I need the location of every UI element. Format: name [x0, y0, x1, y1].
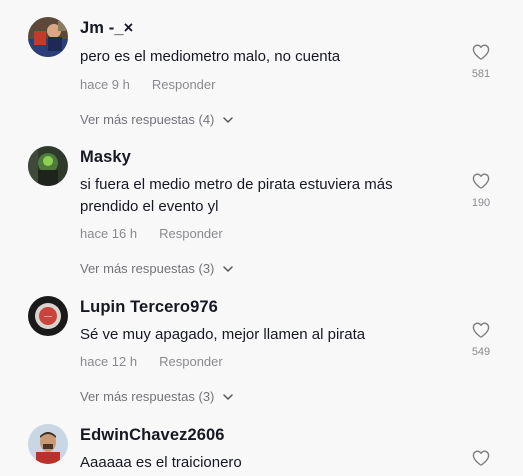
avatar[interactable] [28, 146, 68, 186]
view-more-replies-label: Ver más respuestas (4) [80, 112, 215, 127]
avatar[interactable] [28, 424, 68, 464]
comment-username[interactable]: Lupin Tercero976 [80, 298, 218, 317]
view-more-replies[interactable]: Ver más respuestas (3) [80, 389, 234, 404]
comment-username[interactable]: Jm -_× [80, 19, 133, 38]
view-more-replies-label: Ver más respuestas (3) [80, 261, 215, 276]
like-button[interactable]: 190 [461, 171, 501, 209]
comment-meta: hace 12 h Responder [80, 354, 223, 369]
comment-text: pero es el mediometro malo, no cuenta [80, 48, 341, 65]
reply-button[interactable]: Responder [159, 354, 223, 369]
avatar[interactable] [28, 17, 68, 57]
heart-outline-icon[interactable] [471, 448, 491, 468]
comment-username[interactable]: Masky [80, 148, 131, 167]
reply-button[interactable]: Responder [159, 226, 223, 241]
comment-time: hace 12 h [80, 354, 138, 369]
heart-outline-icon[interactable] [471, 171, 491, 191]
view-more-replies-label: Ver más respuestas (3) [80, 389, 215, 404]
comment-text: si fuera el medio metro de pirata estuvi… [80, 176, 393, 215]
comment-time: hace 16 h [80, 226, 138, 241]
like-button[interactable] [461, 448, 501, 468]
reply-button[interactable]: Responder [152, 77, 216, 92]
comment-meta: hace 9 h Responder [80, 77, 215, 92]
view-more-replies[interactable]: Ver más respuestas (4) [80, 112, 234, 127]
comment-username[interactable]: EdwinChavez2606 [80, 426, 225, 445]
svg-text:~~: ~~ [44, 314, 52, 321]
comment-text: Aaaaaa es el traicionero [80, 454, 242, 471]
view-more-replies[interactable]: Ver más respuestas (3) [80, 261, 234, 276]
heart-outline-icon[interactable] [471, 42, 491, 62]
comment-text: Sé ve muy apagado, mejor llamen al pirat… [80, 326, 366, 343]
avatar[interactable]: ~~ [28, 296, 68, 336]
comment-time: hace 9 h [80, 77, 130, 92]
like-button[interactable]: 549 [461, 320, 501, 358]
chevron-down-icon [223, 393, 234, 400]
like-button[interactable]: 581 [461, 42, 501, 80]
chevron-down-icon [223, 265, 234, 272]
heart-outline-icon[interactable] [471, 320, 491, 340]
like-count: 549 [471, 346, 491, 358]
like-count: 581 [471, 68, 491, 80]
chevron-down-icon [223, 116, 234, 123]
like-count: 190 [471, 197, 491, 209]
comment-meta: hace 16 h Responder [80, 226, 223, 241]
